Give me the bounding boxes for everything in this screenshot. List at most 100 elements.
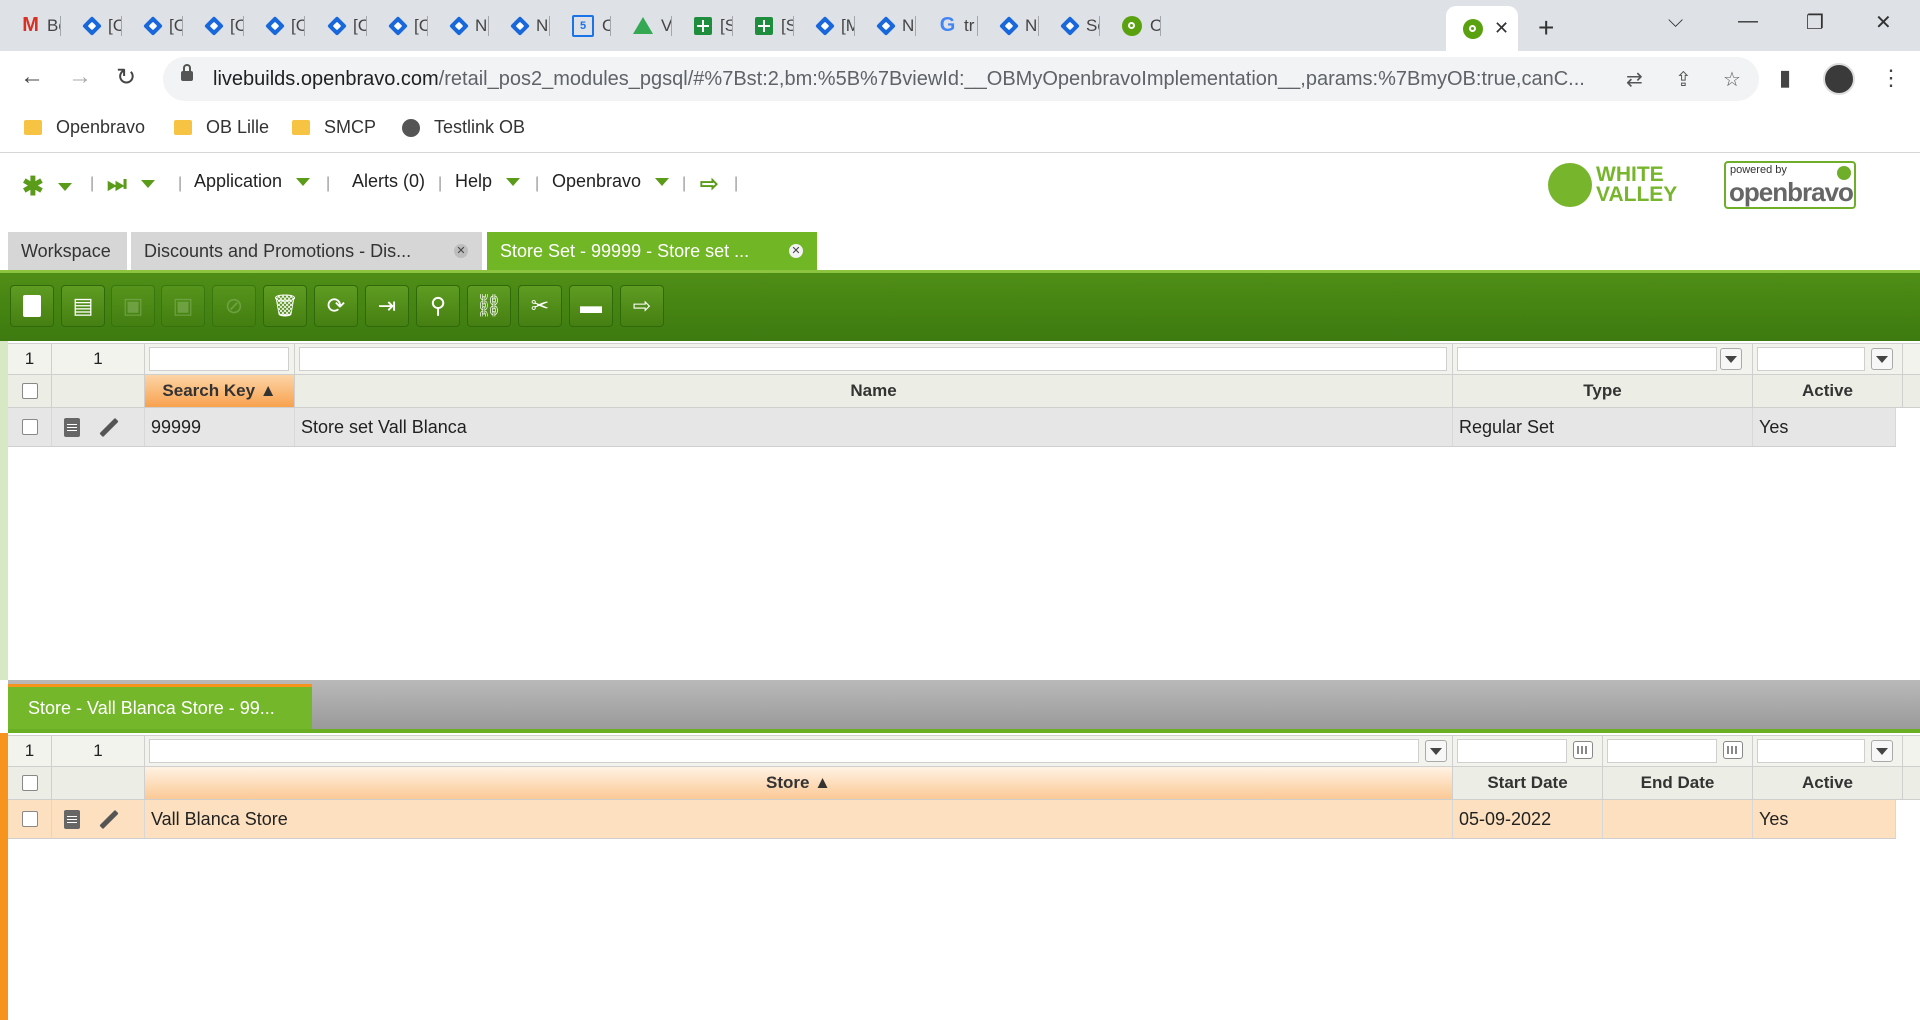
name-cell[interactable]: Store set Vall Blanca [295, 408, 1453, 446]
undo-button[interactable]: ⊘ [212, 285, 256, 327]
attachments-button[interactable]: ⚲ [416, 285, 460, 327]
calendar-icon[interactable] [1723, 741, 1743, 759]
store-header[interactable]: Store ▲ [145, 767, 1453, 799]
browser-tab[interactable]: [C [306, 8, 367, 43]
logout-button[interactable]: ⇨ [700, 171, 718, 197]
close-window-icon[interactable]: ✕ [1875, 10, 1892, 35]
store-filter[interactable] [149, 739, 1419, 763]
browser-tab[interactable]: N [978, 8, 1039, 43]
type-filter[interactable] [1457, 347, 1717, 371]
calendar-icon[interactable] [1573, 741, 1593, 759]
forward-icon[interactable]: → [68, 63, 92, 91]
close-tab-icon[interactable]: ✕ [454, 244, 468, 258]
row-checkbox[interactable] [21, 419, 38, 435]
browser-tab[interactable]: N [489, 8, 550, 43]
browser-tab-active[interactable]: ✕ [1446, 6, 1518, 51]
help-menu[interactable]: Help [455, 171, 521, 192]
minimize-icon[interactable]: — [1738, 10, 1758, 33]
restore-icon[interactable]: ❐ [1806, 10, 1824, 35]
start-date-filter[interactable] [1457, 739, 1567, 763]
bookmark-item[interactable]: OB Lille [174, 117, 269, 138]
browser-tab[interactable]: Gtr [917, 8, 978, 43]
browser-tab[interactable]: [C [183, 8, 244, 43]
browser-tab[interactable]: [S [672, 8, 733, 43]
type-cell[interactable]: Regular Set [1453, 408, 1753, 446]
bookmark-item[interactable]: Testlink OB [402, 117, 525, 138]
browser-menu-icon[interactable]: ⋮ [1880, 65, 1902, 91]
delete-button[interactable]: 🗑 [263, 285, 307, 327]
browser-tab[interactable]: Sé [1039, 8, 1100, 43]
browser-tab[interactable]: N [428, 8, 489, 43]
lock-icon[interactable] [181, 64, 193, 81]
name-filter[interactable] [299, 347, 1447, 371]
active-cell[interactable]: Yes [1753, 800, 1896, 838]
save-close-button[interactable]: ▣ [161, 285, 205, 327]
store-cell[interactable]: Vall Blanca Store [145, 800, 1453, 838]
active-filter[interactable] [1757, 347, 1865, 371]
bookmark-item[interactable]: SMCP [292, 117, 376, 138]
new-document-button[interactable] [10, 285, 54, 327]
browser-tab[interactable]: [C [367, 8, 428, 43]
edit-pencil-icon[interactable] [99, 417, 119, 437]
browser-tab[interactable]: M Bc [0, 8, 61, 43]
process-button[interactable]: ⇨ [620, 285, 664, 327]
name-header[interactable]: Name [295, 375, 1453, 407]
export-button[interactable]: ⇥ [365, 285, 409, 327]
end-date-filter[interactable] [1607, 739, 1717, 763]
tab-store[interactable]: Store - Vall Blanca Store - 99... [8, 684, 312, 729]
table-row[interactable]: 99999 Store set Vall Blanca Regular Set … [8, 408, 1896, 447]
tab-workspace[interactable]: Workspace [8, 232, 127, 270]
browser-tab[interactable]: [S [733, 8, 794, 43]
bookmark-item[interactable]: Openbravo [24, 117, 145, 138]
chevron-down-icon[interactable] [1871, 348, 1893, 370]
save-button[interactable]: ▣ [111, 285, 155, 327]
chevron-down-icon[interactable] [1720, 348, 1742, 370]
share-icon[interactable]: ⇪ [1675, 67, 1692, 92]
edit-pencil-icon[interactable] [99, 809, 119, 829]
back-icon[interactable]: ← [20, 63, 44, 91]
url-text[interactable]: livebuilds.openbravo.com/retail_pos2_mod… [213, 68, 1623, 91]
alerts-link[interactable]: Alerts (0) [352, 171, 425, 192]
browser-tab[interactable]: O [1100, 8, 1161, 43]
active-filter[interactable] [1757, 739, 1865, 763]
link-button[interactable]: ⛓ [467, 285, 511, 327]
browser-tab[interactable]: [C [244, 8, 305, 43]
side-panel-icon[interactable]: ▮ [1779, 65, 1791, 91]
new-row-button[interactable]: ▤ [61, 285, 105, 327]
browser-tab[interactable]: N [855, 8, 916, 43]
recent-views-button[interactable]: ⏭ [107, 171, 155, 197]
table-row[interactable]: Vall Blanca Store 05-09-2022 Yes [8, 800, 1896, 839]
chevron-down-icon[interactable] [1871, 740, 1893, 762]
reload-icon[interactable]: ↻ [116, 63, 136, 92]
row-checkbox[interactable] [21, 811, 38, 827]
start-date-cell[interactable]: 05-09-2022 [1453, 800, 1603, 838]
active-cell[interactable]: Yes [1753, 408, 1896, 446]
close-tab-icon[interactable]: ✕ [1494, 18, 1509, 39]
profile-avatar[interactable] [1823, 63, 1855, 95]
translate-icon[interactable]: ⇄ [1626, 67, 1643, 92]
tab-store-set[interactable]: Store Set - 99999 - Store set ... ✕ [487, 232, 817, 270]
tab-search-icon[interactable]: ⌵ [1668, 10, 1683, 33]
end-date-header[interactable]: End Date [1603, 767, 1753, 799]
search-key-header[interactable]: Search Key ▲ [145, 375, 295, 407]
browser-tab[interactable]: [C [122, 8, 183, 43]
customize-button[interactable]: ✂ [518, 285, 562, 327]
active-header[interactable]: Active [1753, 375, 1903, 407]
quick-launch-button[interactable]: ✱ [22, 171, 72, 202]
new-tab-button[interactable]: + [1538, 12, 1554, 44]
browser-tab[interactable]: [M [794, 8, 855, 43]
browser-tab[interactable]: Vi [611, 8, 672, 43]
close-tab-icon[interactable]: ✕ [789, 244, 803, 258]
chevron-down-icon[interactable] [1425, 740, 1447, 762]
search-key-cell[interactable]: 99999 [145, 408, 295, 446]
search-key-filter[interactable] [149, 347, 289, 371]
tab-discounts-and-promotions[interactable]: Discounts and Promotions - Dis... ✕ [131, 232, 482, 270]
application-menu[interactable]: Application [194, 171, 311, 192]
select-all-checkbox[interactable] [21, 775, 38, 791]
omnibox[interactable]: livebuilds.openbravo.com/retail_pos2_mod… [163, 57, 1759, 101]
refresh-button[interactable]: ⟳ [314, 285, 358, 327]
end-date-cell[interactable] [1603, 800, 1753, 838]
select-all-checkbox[interactable] [21, 383, 38, 399]
openbravo-user-menu[interactable]: Openbravo [552, 171, 670, 192]
active-header[interactable]: Active [1753, 767, 1903, 799]
